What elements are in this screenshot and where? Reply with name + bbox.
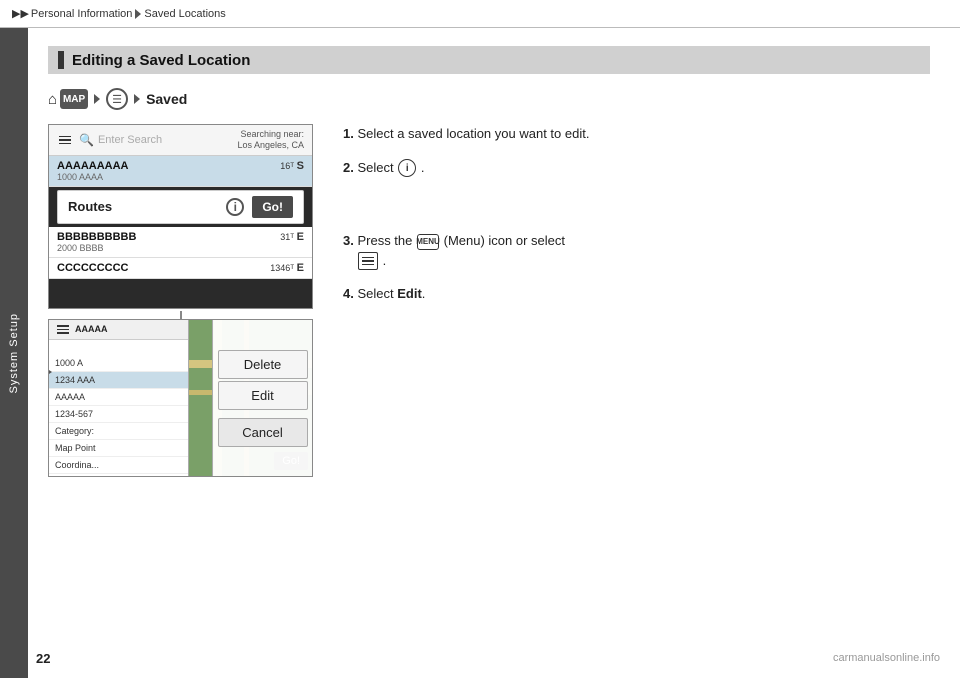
breadcrumb-arrow1 — [135, 9, 141, 19]
breadcrumb-prefix: ▶▶ — [12, 7, 29, 20]
info-icon[interactable]: i — [226, 198, 244, 216]
breadcrumb-part1: Personal Information — [31, 8, 133, 20]
cancel-button[interactable]: Cancel — [218, 418, 308, 447]
screenshots-col: 🔍 Enter Search Searching near: Los Angel… — [48, 124, 313, 479]
bottom-header-text: AAAAA — [75, 324, 108, 334]
instruction-2: 2. Select i . — [343, 158, 930, 178]
instruction-4: 4. Select Edit. — [343, 284, 930, 304]
nav-home-icon: ⌂ — [48, 91, 57, 108]
nav-map-icon: MAP — [60, 89, 88, 109]
section-header: Editing a Saved Location — [48, 46, 930, 74]
breadcrumb-part2: Saved Locations — [144, 8, 225, 20]
nav-circle-icon: ☰ — [106, 88, 128, 110]
list-item-1[interactable]: AAAAAAAAA 16ᵀ S 1000 AAAA — [49, 156, 312, 187]
go-button[interactable]: Go! — [252, 196, 293, 218]
list-item-3[interactable]: CCCCCCCCC 1346ᵀ E — [49, 258, 312, 279]
bottom-list-item-3: 1234-567 — [49, 406, 188, 423]
search-icon: 🔍 — [79, 133, 94, 147]
bottom-hamburger-icon — [55, 323, 71, 336]
bottom-list-col: AAAAA 1000 A 1234 AAA AAAAA 1234-567 Cat… — [49, 320, 189, 476]
bottom-map-col: ♥ Delete Edit Cancel Go! — [189, 320, 312, 476]
watermark: carmanualsonline.info — [833, 652, 940, 664]
list-item-2[interactable]: BBBBBBBBBB 31ᵀ E 2000 BBBB — [49, 227, 312, 258]
screen-bottom: AAAAA 1000 A 1234 AAA AAAAA 1234-567 Cat… — [48, 319, 313, 477]
page-number: 22 — [36, 651, 50, 666]
sidebar-label: System Setup — [8, 313, 20, 393]
edit-button[interactable]: Edit — [218, 381, 308, 410]
bottom-down-arrow-icon — [48, 366, 52, 378]
bottom-list-item-4: Category: — [49, 423, 188, 440]
sidebar: System Setup — [0, 28, 28, 678]
content-body: 🔍 Enter Search Searching near: Los Angel… — [48, 124, 930, 479]
instruction-1: 1. Select a saved location you want to e… — [343, 124, 930, 144]
instructions-col: 1. Select a saved location you want to e… — [333, 124, 930, 479]
nav-row: ⌂ MAP ☰ Saved — [48, 88, 930, 110]
inline-menu-lines-icon — [358, 252, 378, 270]
search-placeholder: Enter Search — [98, 134, 238, 146]
menu-key-icon: MENU — [417, 234, 439, 250]
popup-menu: Delete Edit Cancel — [212, 320, 312, 476]
section-bar — [58, 51, 64, 69]
main-content: Editing a Saved Location ⌂ MAP ☰ Saved — [28, 28, 960, 678]
bottom-list-item-6: Coordina... — [49, 457, 188, 474]
bottom-list-header: AAAAA — [49, 320, 188, 340]
bottom-screen-content: AAAAA 1000 A 1234 AAA AAAAA 1234-567 Cat… — [49, 320, 312, 476]
delete-button[interactable]: Delete — [218, 350, 308, 379]
section-title: Editing a Saved Location — [72, 52, 250, 69]
breadcrumb: ▶▶ Personal Information Saved Locations — [0, 0, 960, 28]
nav-saved-label: Saved — [146, 91, 187, 107]
hamburger-icon — [57, 134, 73, 147]
instruction-3: 3. Press the MENU (Menu) icon or select … — [343, 231, 930, 270]
spacer — [343, 191, 930, 231]
bottom-list-item-5: Map Point — [49, 440, 188, 457]
screen-search-bar[interactable]: 🔍 Enter Search Searching near: Los Angel… — [49, 125, 312, 156]
info-circle-icon: i — [398, 159, 416, 177]
screen-top: 🔍 Enter Search Searching near: Los Angel… — [48, 124, 313, 309]
bottom-list-item-0: 1000 A — [49, 355, 188, 372]
down-arrow-icon — [48, 210, 49, 224]
nav-arrow2 — [134, 94, 140, 104]
screens-connector — [180, 311, 182, 319]
bottom-list-item-7 — [49, 474, 188, 478]
searching-label: Searching near: Los Angeles, CA — [237, 129, 304, 151]
routes-card[interactable]: Routes i Go! — [57, 190, 304, 224]
nav-arrow1 — [94, 94, 100, 104]
bottom-list-item-2: AAAAA — [49, 389, 188, 406]
bottom-list-item-1: 1234 AAA — [49, 372, 188, 389]
